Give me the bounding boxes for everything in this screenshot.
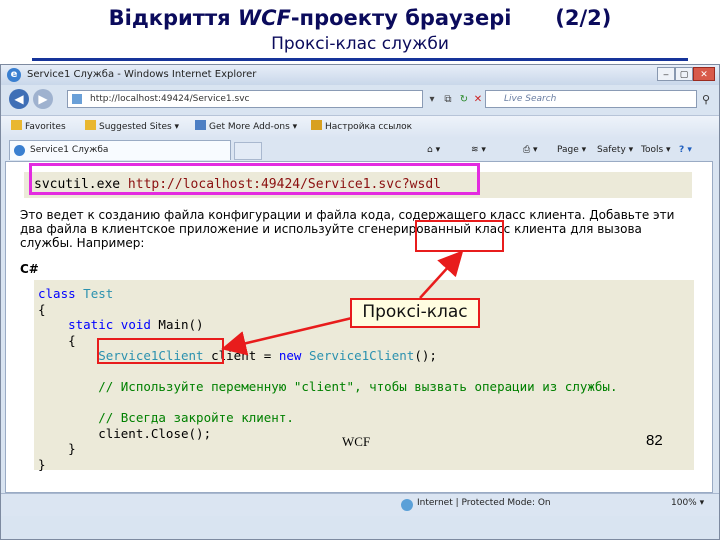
globe-icon (401, 499, 413, 511)
print-icon[interactable]: ⎙ ▾ (523, 145, 538, 155)
security-zone[interactable]: Internet | Protected Mode: On (417, 498, 551, 508)
refresh-icon[interactable]: ↻ (457, 93, 471, 107)
command-highlight-box (29, 163, 480, 195)
service1client-highlight-box (97, 338, 224, 364)
help-icon[interactable]: ? ▾ (679, 145, 692, 155)
favorites-button[interactable]: Favorites (11, 120, 66, 132)
feeds-icon[interactable]: ≋ ▾ (471, 145, 486, 155)
tools-menu[interactable]: Tools ▾ (641, 145, 671, 155)
window-title: Service1 Служба - Windows Internet Explo… (27, 69, 257, 80)
proxy-class-callout: Проксі-клас (350, 298, 480, 328)
title-wcf: WCF (237, 6, 291, 30)
search-icon[interactable]: ⚲ (699, 93, 713, 107)
title-suffix: -проекту браузері (2/2) (290, 6, 612, 30)
address-bar[interactable]: http://localhost:49424/Service1.svc (67, 90, 423, 108)
page-menu[interactable]: Page ▾ (557, 145, 586, 155)
window-titlebar[interactable]: e Service1 Служба - Windows Internet Exp… (1, 65, 719, 85)
slide-title: Відкриття WCF-проекту браузері (2/2) (0, 6, 720, 30)
star-icon (11, 120, 22, 130)
title-prefix: Відкриття (108, 6, 238, 30)
new-tab-button[interactable] (234, 142, 262, 160)
client-class-highlight-box (415, 220, 504, 252)
address-text: http://localhost:49424/Service1.svc (90, 94, 250, 104)
language-label: C# (20, 262, 39, 276)
slide-subtitle: Проксі-клас служби (271, 34, 449, 54)
safety-menu[interactable]: Safety ▾ (597, 145, 633, 155)
addons-icon (195, 120, 206, 130)
instructions-paragraph: Это ведет к созданию файла конфигурации … (20, 208, 675, 250)
close-button[interactable]: ✕ (693, 67, 715, 81)
favorites-bar: Favorites Suggested Sites ▾ Get More Add… (1, 115, 719, 138)
dropdown-icon[interactable]: ▾ (425, 93, 439, 107)
page-icon (72, 94, 82, 104)
customize-links-link[interactable]: Настройка ссылок (311, 120, 412, 132)
forward-button[interactable]: ▶ (33, 89, 53, 109)
search-input[interactable]: Live Search (485, 90, 697, 108)
minimize-button[interactable]: ‒ (657, 67, 675, 81)
maximize-button[interactable]: ▢ (675, 67, 693, 81)
stop-icon[interactable]: ✕ (471, 93, 485, 107)
compatibility-icon[interactable]: ⧉ (441, 93, 455, 107)
back-button[interactable]: ◀ (9, 89, 29, 109)
link-icon (311, 120, 322, 130)
zoom-level[interactable]: 100% ▾ (671, 498, 704, 508)
get-addons-link[interactable]: Get More Add-ons ▾ (195, 120, 297, 132)
home-icon[interactable]: ⌂ ▾ (427, 145, 440, 155)
slide-page-number: 82 (646, 432, 663, 449)
code-sample: class Test { static void Main() { Servic… (38, 286, 618, 472)
title-divider (32, 58, 688, 61)
tab-service1[interactable]: Service1 Служба (9, 140, 231, 160)
tab-ie-icon (14, 145, 25, 156)
suggested-sites-icon (85, 120, 96, 130)
slide-footer-label: WCF (342, 434, 371, 449)
status-bar: Internet | Protected Mode: On 100% ▾ (1, 493, 719, 516)
suggested-sites-link[interactable]: Suggested Sites ▾ (85, 120, 179, 132)
tab-bar: Service1 Служба ⌂ ▾ ≋ ▾ ⎙ ▾ Page ▾ Safet… (1, 138, 719, 160)
navigation-bar: ◀ ▶ http://localhost:49424/Service1.svc … (1, 87, 719, 113)
ie-logo-icon: e (7, 68, 21, 82)
